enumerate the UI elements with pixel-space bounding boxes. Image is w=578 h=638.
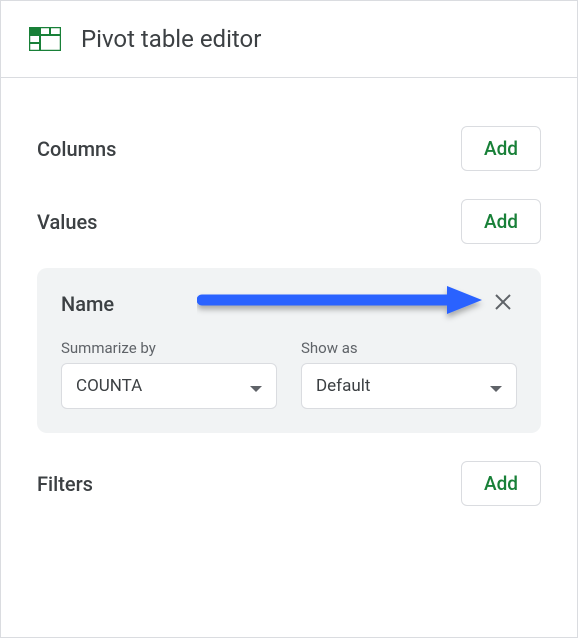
columns-section-header: Columns Add: [37, 126, 541, 171]
close-icon: [493, 292, 513, 315]
columns-section: Columns Add: [37, 126, 541, 171]
remove-value-button[interactable]: [489, 288, 517, 319]
panel-title: Pivot table editor: [81, 25, 261, 53]
summarize-label: Summarize by: [61, 339, 277, 357]
dropdown-arrow-icon: [250, 377, 262, 396]
summarize-field: Summarize by COUNTA: [61, 339, 277, 409]
panel-header: Pivot table editor: [1, 1, 577, 78]
value-card-fields: Summarize by COUNTA Show as Default: [61, 339, 517, 409]
show-as-value: Default: [316, 376, 370, 396]
add-columns-button[interactable]: Add: [461, 126, 541, 171]
filters-section: Filters Add: [37, 461, 541, 506]
show-as-select[interactable]: Default: [301, 363, 517, 409]
panel-content: Columns Add Values Add: [1, 78, 577, 526]
add-filters-button[interactable]: Add: [461, 461, 541, 506]
add-values-button[interactable]: Add: [461, 199, 541, 244]
dropdown-arrow-icon: [490, 377, 502, 396]
show-as-label: Show as: [301, 339, 517, 357]
values-title: Values: [37, 210, 97, 234]
summarize-value: COUNTA: [76, 376, 142, 396]
value-card: Name Summarize by C: [37, 268, 541, 433]
values-section-header: Values Add: [37, 199, 541, 244]
summarize-select[interactable]: COUNTA: [61, 363, 277, 409]
filters-section-header: Filters Add: [37, 461, 541, 506]
columns-title: Columns: [37, 137, 116, 161]
value-field-name: Name: [61, 292, 114, 316]
show-as-field: Show as Default: [301, 339, 517, 409]
filters-title: Filters: [37, 472, 93, 496]
pivot-table-editor-panel: Pivot table editor Columns Add Values Ad…: [0, 0, 578, 638]
pivot-table-icon: [29, 27, 61, 51]
value-card-header: Name: [61, 288, 517, 319]
values-section: Values Add: [37, 199, 541, 433]
